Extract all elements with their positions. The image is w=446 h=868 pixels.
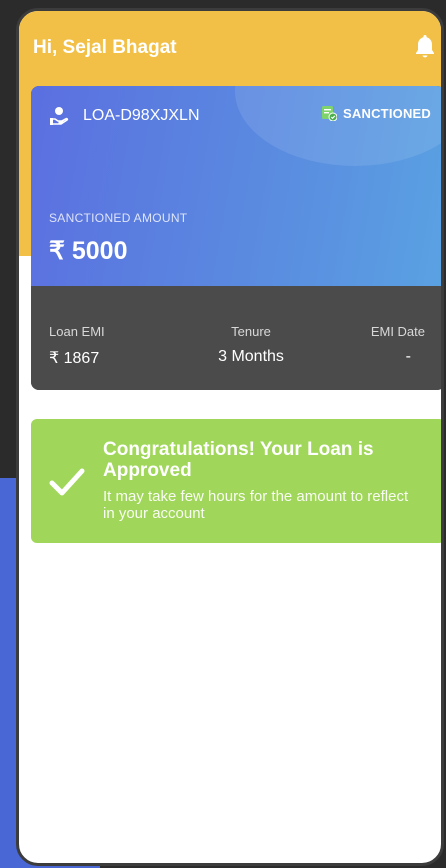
emi-date-stat: EMI Date - [371, 324, 425, 366]
tenure-label: Tenure [231, 324, 271, 339]
loan-id-row: LOA-D98XJXLN [49, 106, 200, 126]
tenure-stat: Tenure 3 Months [201, 324, 301, 366]
hand-money-icon [50, 107, 69, 125]
document-check-icon [322, 106, 338, 121]
emi-date-label: EMI Date [370, 324, 425, 339]
app-screen: Hi, Sejal Bhagat LOA-D98XJXLN SANCTIONED… [16, 8, 444, 866]
checkmark-icon [49, 468, 85, 496]
emi-value: ₹ 1867 [49, 350, 100, 367]
greeting-text: Hi, Sejal Bhagat [33, 37, 177, 58]
approval-title: Congratulations! Your Loan is Approved [103, 439, 374, 481]
approval-message: It may take few hours for the amount to … [103, 488, 409, 522]
loan-card-stats: Loan EMI ₹ 1867 Tenure 3 Months EMI Date… [31, 286, 441, 390]
loan-card[interactable]: LOA-D98XJXLN SANCTIONED SANCTIONED AMOUN… [31, 86, 441, 390]
amount-value: ₹ 5000 [49, 237, 128, 265]
tenure-value: 3 Months [218, 348, 284, 365]
bell-icon[interactable] [413, 33, 437, 59]
loan-id: LOA-D98XJXLN [83, 107, 200, 124]
loan-card-header: LOA-D98XJXLN SANCTIONED SANCTIONED AMOUN… [31, 86, 441, 286]
emi-date-value: - [405, 348, 411, 365]
status-badge: SANCTIONED [321, 105, 431, 121]
emi-stat: Loan EMI ₹ 1867 [49, 324, 105, 368]
status-text: SANCTIONED [343, 105, 431, 121]
emi-label: Loan EMI [49, 324, 105, 339]
approval-banner: Congratulations! Your Loan is Approved I… [31, 419, 441, 543]
amount-label: SANCTIONED AMOUNT [49, 211, 188, 225]
